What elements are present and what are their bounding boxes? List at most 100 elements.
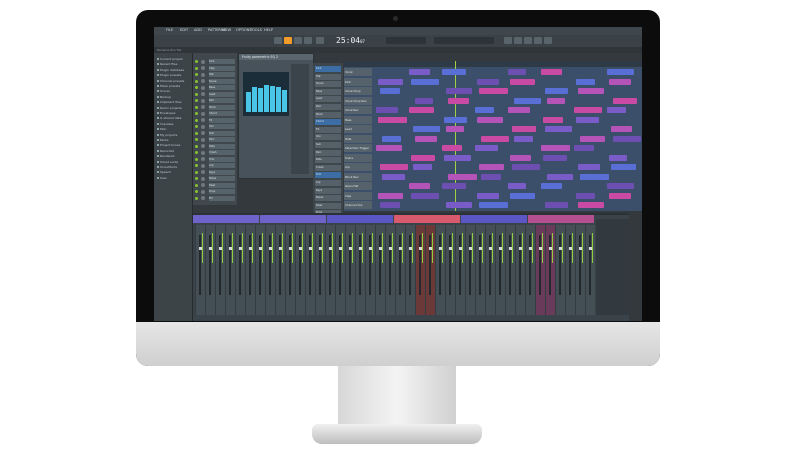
playlist-clip[interactable] xyxy=(442,183,466,189)
track-label[interactable]: Channel Vox xyxy=(344,201,372,209)
volume-fader[interactable] xyxy=(579,235,581,295)
playlist-clip[interactable] xyxy=(574,107,602,113)
fader-cap[interactable] xyxy=(529,247,532,250)
track-label[interactable]: Vocal Chop Rev xyxy=(344,96,372,105)
plugin-side-controls[interactable] xyxy=(291,64,309,174)
playlist-clip[interactable] xyxy=(376,107,398,113)
pattern-item[interactable]: FX xyxy=(315,126,341,133)
channel-mute-led[interactable] xyxy=(195,73,198,76)
browser-item[interactable]: Scores xyxy=(157,89,170,93)
eq-band[interactable] xyxy=(252,86,257,112)
playlist-clip[interactable] xyxy=(413,126,440,132)
channel-mute-led[interactable] xyxy=(195,196,198,200)
pattern-item[interactable]: Bass xyxy=(315,88,341,95)
playlist-clip[interactable] xyxy=(543,154,567,161)
mixer-button[interactable] xyxy=(504,37,512,44)
track-label[interactable]: Vocal xyxy=(344,68,372,76)
menu-view[interactable]: VIEW xyxy=(222,28,231,33)
pattern-item[interactable]: Snare xyxy=(315,81,341,88)
volume-fader[interactable] xyxy=(239,235,241,295)
playlist-clip[interactable] xyxy=(545,202,568,208)
volume-fader[interactable] xyxy=(229,235,231,295)
browser-item[interactable]: Impulses xyxy=(157,122,173,126)
playlist-clip[interactable] xyxy=(510,78,535,85)
stop-button[interactable] xyxy=(294,37,302,44)
playlist-clip[interactable] xyxy=(413,164,432,170)
volume-fader[interactable] xyxy=(529,235,531,295)
channel-mute-led[interactable] xyxy=(195,92,198,96)
mixer-strip[interactable] xyxy=(465,225,475,315)
fader-cap[interactable] xyxy=(369,247,372,250)
channel-row[interactable]: Snare xyxy=(195,78,235,84)
playlist-clip[interactable] xyxy=(541,145,570,151)
channel-pan-knob[interactable] xyxy=(201,85,205,90)
volume-fader[interactable] xyxy=(399,235,401,295)
volume-fader[interactable] xyxy=(389,235,391,295)
fader-cap[interactable] xyxy=(349,247,352,250)
channel-pan-knob[interactable] xyxy=(201,170,205,174)
playlist-clip[interactable] xyxy=(409,69,430,75)
eq-band[interactable] xyxy=(264,85,269,112)
playlist-clip[interactable] xyxy=(477,78,499,85)
menu-edit[interactable]: EDIT xyxy=(180,28,188,33)
channel-name[interactable]: Ride xyxy=(209,143,235,149)
volume-fader[interactable] xyxy=(199,235,201,295)
fader-cap[interactable] xyxy=(519,247,522,250)
volume-fader[interactable] xyxy=(559,235,561,295)
fader-cap[interactable] xyxy=(399,247,402,250)
playlist-clip[interactable] xyxy=(574,145,594,151)
pattern-item[interactable]: Keys xyxy=(315,187,341,194)
channel-name[interactable]: FX xyxy=(209,117,235,123)
playlist-clip[interactable] xyxy=(382,135,401,142)
fader-cap[interactable] xyxy=(249,247,252,250)
browser-item[interactable]: Plugin presets xyxy=(157,73,181,77)
fader-cap[interactable] xyxy=(279,247,282,250)
playlist-clip[interactable] xyxy=(376,145,402,151)
browser-item[interactable]: Recent files xyxy=(157,62,177,66)
mixer-strip[interactable] xyxy=(235,225,245,315)
mixer-strip[interactable] xyxy=(445,225,455,315)
pattern-item[interactable]: Noise xyxy=(315,195,341,202)
fader-cap[interactable] xyxy=(289,247,292,250)
volume-fader[interactable] xyxy=(429,235,431,295)
playlist-clip[interactable] xyxy=(378,78,403,85)
track-label[interactable]: Sidechain Trigger xyxy=(344,144,372,152)
volume-fader[interactable] xyxy=(379,235,381,295)
channel-pan-knob[interactable] xyxy=(201,118,205,122)
channel-row[interactable]: Bass xyxy=(195,85,235,90)
tempo-display[interactable] xyxy=(316,37,324,44)
channel-mute-led[interactable] xyxy=(195,164,198,167)
playlist-clip[interactable] xyxy=(611,126,632,132)
mixer-strip[interactable] xyxy=(245,225,255,315)
volume-fader[interactable] xyxy=(209,235,211,295)
mixer-strip[interactable] xyxy=(335,225,345,315)
playlist-clip[interactable] xyxy=(382,173,405,180)
mixer-strip[interactable] xyxy=(285,225,295,315)
pattern-item[interactable]: Sub xyxy=(315,142,341,148)
pattern-item[interactable]: Vox xyxy=(315,134,341,141)
playlist-clip[interactable] xyxy=(475,145,498,151)
channel-row[interactable]: Fill xyxy=(195,195,235,201)
volume-fader[interactable] xyxy=(279,235,281,295)
mixer-strip[interactable] xyxy=(305,225,315,315)
playlist-clip[interactable] xyxy=(609,154,627,161)
pattern-item[interactable]: Crash xyxy=(315,164,341,171)
volume-fader[interactable] xyxy=(479,235,481,295)
browser-item[interactable]: User xyxy=(157,176,167,180)
mixer-strip[interactable] xyxy=(545,225,555,315)
channel-rack-button[interactable] xyxy=(514,37,522,44)
channel-row[interactable]: FX xyxy=(195,117,235,123)
playlist-clip[interactable] xyxy=(477,116,503,123)
channel-mute-led[interactable] xyxy=(195,66,198,70)
playlist-clip[interactable] xyxy=(607,107,626,113)
channel-pan-knob[interactable] xyxy=(201,59,205,64)
volume-fader[interactable] xyxy=(549,235,551,295)
fader-cap[interactable] xyxy=(589,247,592,250)
mixer-strip[interactable] xyxy=(415,225,425,315)
volume-fader[interactable] xyxy=(219,235,221,295)
mixer-strip[interactable] xyxy=(365,225,375,315)
channel-mute-led[interactable] xyxy=(195,86,198,89)
playlist-clip[interactable] xyxy=(541,183,562,189)
fader-cap[interactable] xyxy=(319,247,322,250)
volume-fader[interactable] xyxy=(349,235,351,295)
